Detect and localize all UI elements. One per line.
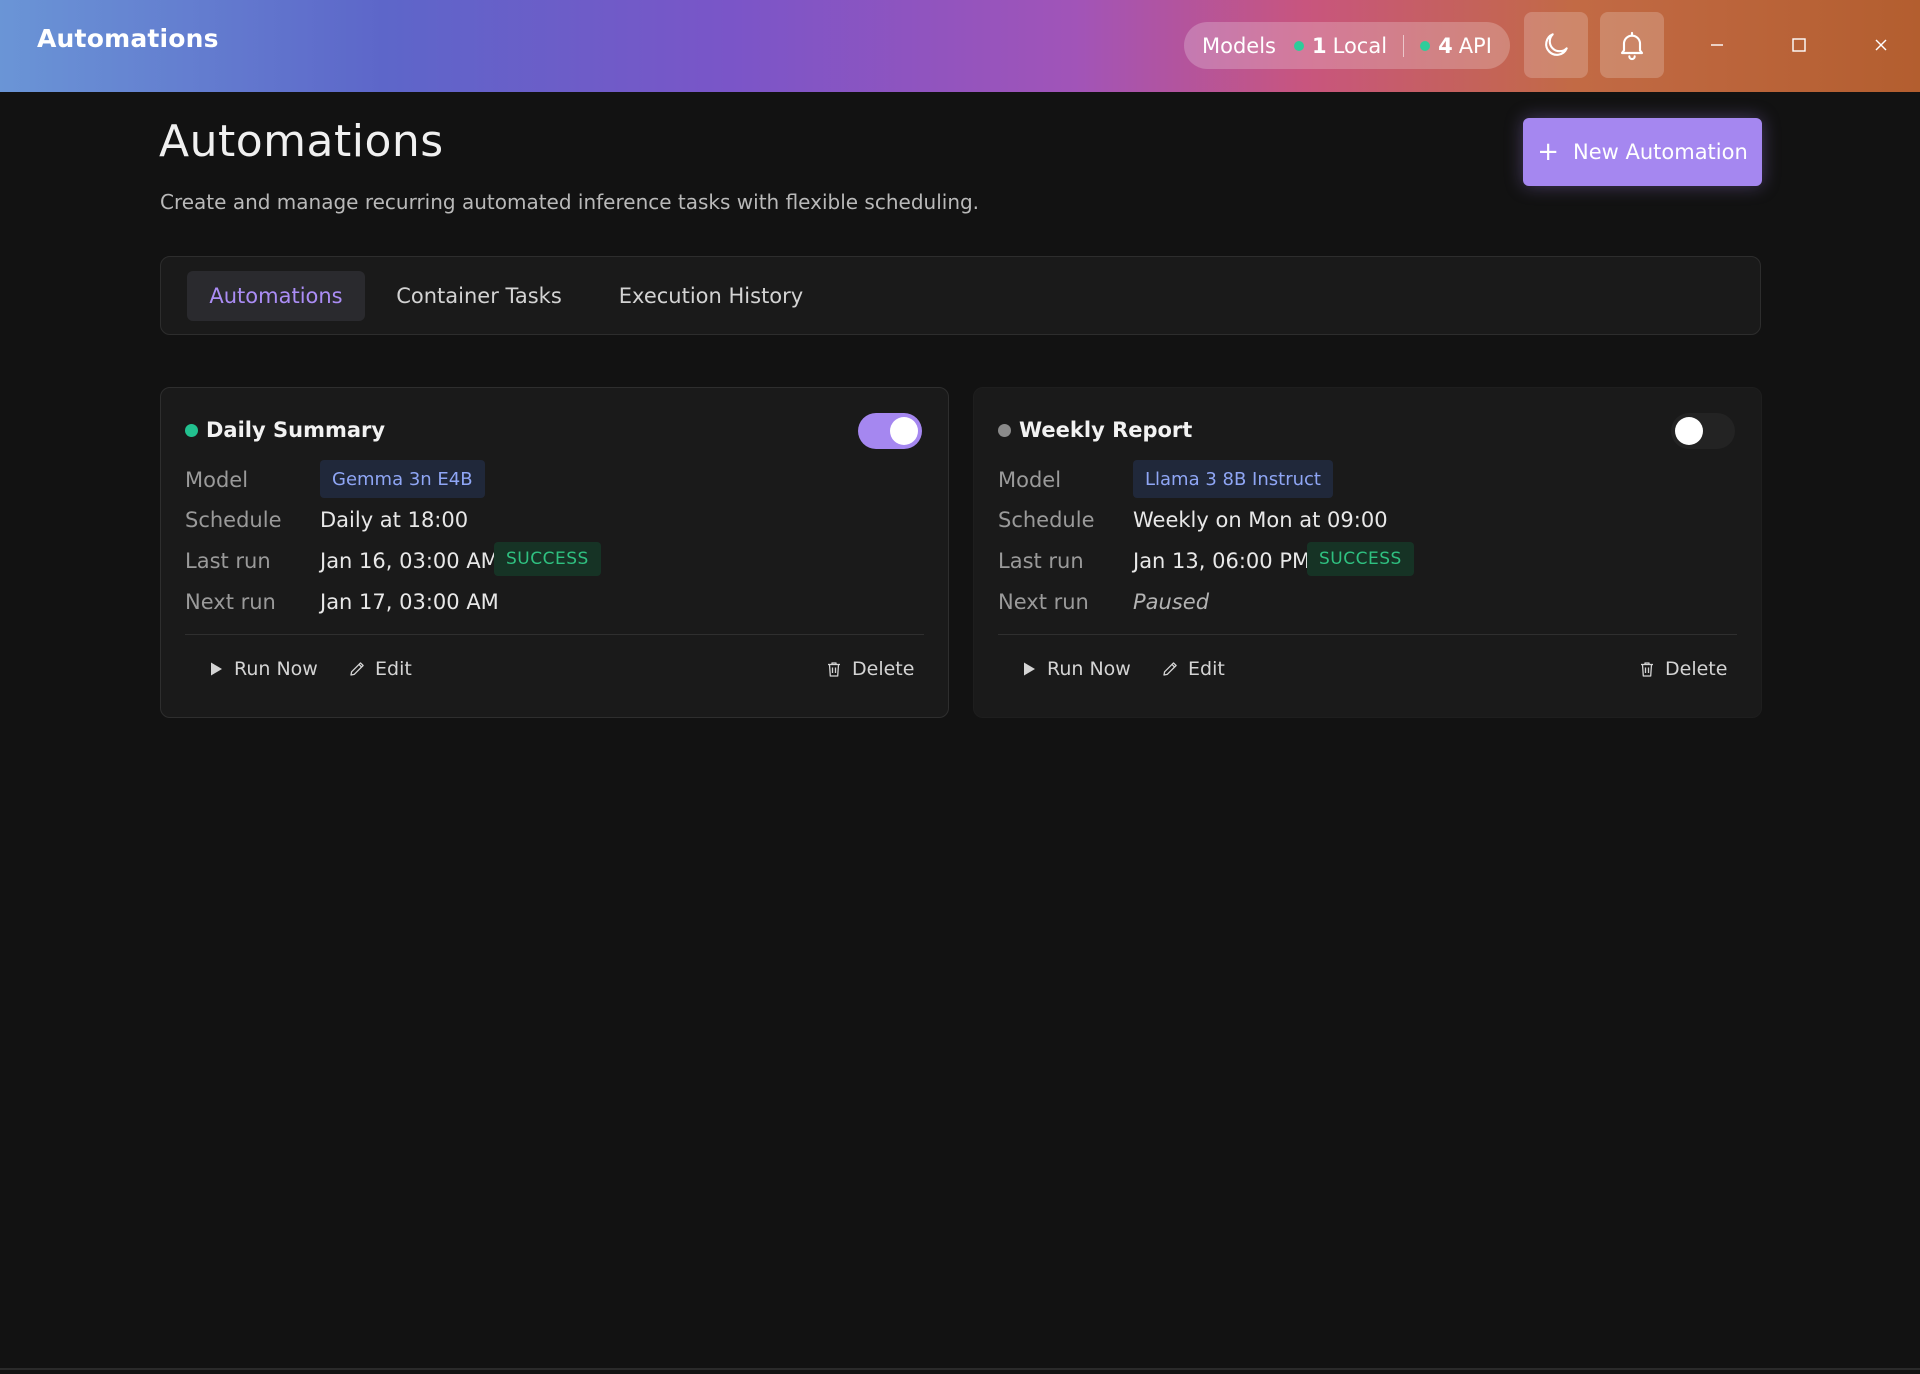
next-run-label: Next run xyxy=(998,590,1089,614)
window-bottom-border xyxy=(0,1368,1920,1370)
page-subtitle: Create and manage recurring automated in… xyxy=(160,190,980,214)
last-run-value: Jan 13, 06:00 PM xyxy=(1133,549,1311,573)
tab-automations[interactable]: Automations xyxy=(187,271,365,321)
minimize-icon xyxy=(1711,44,1723,46)
page-title: Automations xyxy=(159,116,444,167)
play-icon xyxy=(1024,662,1035,676)
edit-label: Edit xyxy=(1188,658,1225,680)
tab-bar: Automations Container Tasks Execution Hi… xyxy=(160,256,1761,335)
model-label: Model xyxy=(185,468,249,492)
pill-divider xyxy=(1403,34,1405,57)
bell-icon xyxy=(1620,31,1644,60)
play-icon xyxy=(211,662,222,676)
run-now-label: Run Now xyxy=(234,658,318,680)
pencil-icon xyxy=(1163,662,1177,676)
local-label: Local xyxy=(1332,33,1388,58)
new-automation-label: New Automation xyxy=(1573,140,1748,164)
moon-icon xyxy=(1545,33,1568,56)
enable-toggle[interactable] xyxy=(1671,413,1735,449)
api-label: API xyxy=(1458,33,1492,58)
card-divider xyxy=(998,634,1737,635)
automation-card-daily-summary: Daily Summary Model Gemma 3n E4B Schedul… xyxy=(160,387,949,718)
trash-icon xyxy=(1641,662,1653,677)
delete-button[interactable]: Delete xyxy=(1638,654,1727,684)
last-run-label: Last run xyxy=(998,549,1084,573)
title-bar: Automations Models 1 Local 4 API xyxy=(0,0,1920,92)
models-status-pill[interactable]: Models 1 Local 4 API xyxy=(1184,22,1510,69)
run-now-button[interactable]: Run Now xyxy=(1020,654,1131,684)
edit-label: Edit xyxy=(375,658,412,680)
schedule-value: Daily at 18:00 xyxy=(320,508,469,532)
status-badge: SUCCESS xyxy=(1307,542,1414,576)
models-label: Models xyxy=(1202,33,1276,58)
toggle-knob xyxy=(1675,417,1703,445)
model-chip: Llama 3 8B Instruct xyxy=(1133,460,1333,498)
enable-toggle[interactable] xyxy=(858,413,922,449)
automation-name: Daily Summary xyxy=(206,418,386,442)
card-divider xyxy=(185,634,924,635)
delete-button[interactable]: Delete xyxy=(825,654,914,684)
model-chip: Gemma 3n E4B xyxy=(320,460,485,498)
delete-label: Delete xyxy=(1665,658,1728,680)
last-run-label: Last run xyxy=(185,549,271,573)
status-dot-active xyxy=(185,423,198,437)
tab-container-tasks[interactable]: Container Tasks xyxy=(377,271,581,321)
automation-name: Weekly Report xyxy=(1019,418,1193,442)
notifications-button[interactable] xyxy=(1600,12,1664,78)
tab-execution-history[interactable]: Execution History xyxy=(593,271,829,321)
schedule-label: Schedule xyxy=(185,508,282,532)
pencil-icon xyxy=(350,662,364,676)
minimize-button[interactable] xyxy=(1702,30,1732,60)
next-run-value: Jan 17, 03:00 AM xyxy=(320,590,499,614)
last-run-value: Jan 16, 03:00 AM xyxy=(320,549,499,573)
close-icon xyxy=(1875,39,1887,51)
api-status-dot xyxy=(1420,40,1431,51)
delete-label: Delete xyxy=(852,658,915,680)
plus-icon: + xyxy=(1537,137,1559,167)
schedule-value: Weekly on Mon at 09:00 xyxy=(1133,508,1388,532)
next-run-label: Next run xyxy=(185,590,276,614)
local-count: 1 xyxy=(1312,33,1327,58)
model-label: Model xyxy=(998,468,1062,492)
local-status-dot xyxy=(1294,40,1304,51)
run-now-button[interactable]: Run Now xyxy=(207,654,318,684)
close-button[interactable] xyxy=(1866,30,1896,60)
status-badge: SUCCESS xyxy=(494,542,601,576)
maximize-button[interactable] xyxy=(1784,30,1814,60)
theme-toggle-button[interactable] xyxy=(1524,12,1588,78)
automation-title: Daily Summary xyxy=(185,418,385,442)
trash-icon xyxy=(828,662,840,677)
api-count: 4 xyxy=(1438,33,1453,58)
automation-title: Weekly Report xyxy=(998,418,1192,442)
automation-card-weekly-report: Weekly Report Model Llama 3 8B Instruct … xyxy=(973,387,1762,718)
toggle-knob xyxy=(890,417,918,445)
schedule-label: Schedule xyxy=(998,508,1095,532)
status-dot-inactive xyxy=(998,423,1011,437)
edit-button[interactable]: Edit xyxy=(348,654,412,684)
run-now-label: Run Now xyxy=(1047,658,1131,680)
new-automation-button[interactable]: + New Automation xyxy=(1523,118,1762,186)
maximize-icon xyxy=(1792,38,1806,52)
next-run-value: Paused xyxy=(1133,590,1210,614)
edit-button[interactable]: Edit xyxy=(1161,654,1225,684)
app-title: Automations xyxy=(37,24,219,53)
